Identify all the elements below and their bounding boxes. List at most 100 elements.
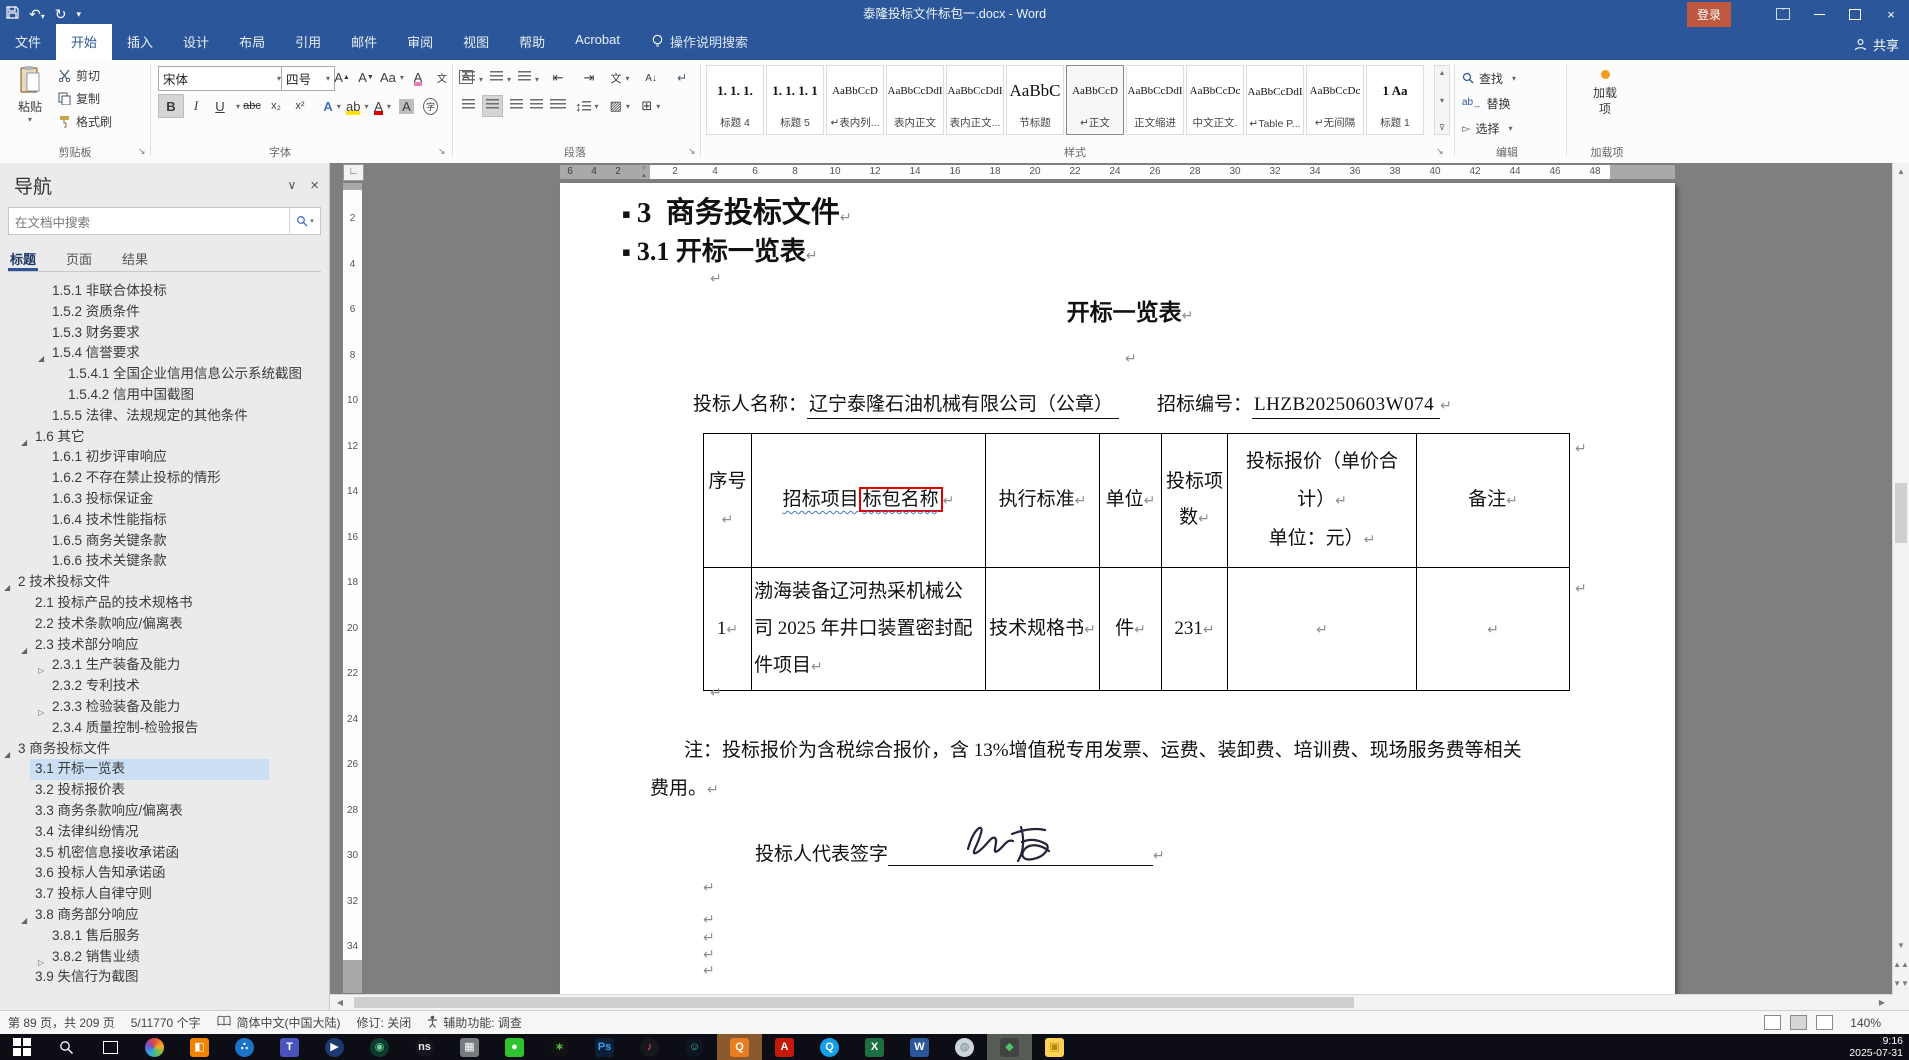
meeting-app-icon[interactable]: ∴: [222, 1034, 267, 1060]
media-player-icon[interactable]: ▶: [312, 1034, 357, 1060]
bold-button[interactable]: B: [158, 94, 184, 118]
share-button[interactable]: 共享: [1854, 35, 1899, 54]
format-painter-button[interactable]: 格式刷: [58, 113, 112, 130]
tab-布局[interactable]: 布局: [224, 24, 280, 60]
nav-item[interactable]: 1.6.5 商务关键条款: [0, 531, 325, 552]
browser-sphere-icon[interactable]: ◍: [942, 1034, 987, 1060]
nav-item[interactable]: 2.3.4 质量控制-检验报告: [0, 718, 325, 739]
multilevel-list-button[interactable]: ▾: [518, 71, 539, 85]
nav-item[interactable]: 1.5.4.2 信用中国截图: [0, 385, 325, 406]
utility-app-icon[interactable]: ▦: [447, 1034, 492, 1060]
style-正文缩进[interactable]: AaBbCcDdI 正文缩进: [1126, 65, 1184, 135]
maximize-button[interactable]: [1837, 0, 1873, 28]
horizontal-scrollbar[interactable]: ◀ ▶: [330, 994, 1892, 1010]
scroll-up-icon[interactable]: ▲: [1893, 163, 1909, 180]
accessibility-icon[interactable]: [427, 1015, 438, 1031]
web-layout-icon[interactable]: [1816, 1015, 1834, 1030]
taskbar-clock[interactable]: 9:16 2025-07-31: [1849, 1035, 1903, 1059]
change-case-button[interactable]: Aa ▾: [378, 66, 406, 88]
nav-item[interactable]: ▷ 2.3.3 检验装备及能力: [0, 697, 325, 718]
spellcheck-icon[interactable]: [217, 1015, 231, 1030]
signin-button[interactable]: 登录: [1686, 1, 1731, 27]
style-中文正文[interactable]: AaBbCcDc 中文正文.: [1186, 65, 1244, 135]
show-marks-button[interactable]: ↵: [670, 67, 694, 89]
tab-文件[interactable]: 文件: [0, 24, 56, 60]
tab-selector[interactable]: ∟: [343, 164, 364, 181]
addins-button[interactable]: 加载项: [1585, 68, 1625, 117]
nav-item[interactable]: 2.1 投标产品的技术规格书: [0, 593, 325, 614]
tab-引用[interactable]: 引用: [280, 24, 336, 60]
nav-item[interactable]: ◢ 3 商务投标文件: [0, 739, 325, 760]
ribbon-display-options-icon[interactable]: ˆ: [1765, 0, 1801, 28]
teams-icon[interactable]: T: [267, 1034, 312, 1060]
borders-button[interactable]: ⊞ ▾: [639, 95, 663, 117]
nav-close-icon[interactable]: ×: [310, 177, 319, 194]
paragraph-dialog-launcher-icon[interactable]: ↘: [688, 146, 696, 157]
customize-qat-icon[interactable]: ▾: [76, 9, 81, 20]
subscript-button[interactable]: x₂: [264, 95, 288, 117]
align-left-button[interactable]: [462, 99, 475, 113]
nav-item[interactable]: 1.6.4 技术性能指标: [0, 510, 325, 531]
copy-button[interactable]: 复制: [58, 90, 100, 107]
file-explorer-icon[interactable]: ▣: [1032, 1034, 1077, 1060]
numbering-button[interactable]: ▾: [490, 71, 511, 85]
font-dialog-launcher-icon[interactable]: ↘: [438, 146, 446, 157]
nav-item[interactable]: 1.6.6 技术关键条款: [0, 551, 325, 572]
nav-item[interactable]: 1.5.3 财务要求: [0, 323, 325, 344]
nav-item[interactable]: ◢ 1.5.4 信誉要求: [0, 343, 325, 364]
nav-item[interactable]: 3.1 开标一览表: [0, 759, 325, 781]
style-表内正文[interactable]: AaBbCcDdI 表内正文: [886, 65, 944, 135]
distribute-button[interactable]: [550, 99, 566, 113]
qianniu-icon[interactable]: Q: [717, 1034, 762, 1060]
cut-button[interactable]: 剪切: [58, 67, 100, 84]
green-suite-icon[interactable]: ◉: [357, 1034, 402, 1060]
scroll-down-icon[interactable]: ▼: [1893, 937, 1909, 954]
nav-item[interactable]: 2.3.2 专利技术: [0, 676, 325, 697]
task-view-button[interactable]: [88, 1034, 132, 1060]
justify-button[interactable]: [530, 99, 543, 113]
remote-app-icon[interactable]: ◆: [987, 1034, 1032, 1060]
nav-item[interactable]: 1.6.3 投标保证金: [0, 489, 325, 510]
nav-item[interactable]: ◢ 2 技术投标文件: [0, 572, 325, 593]
style-节标题[interactable]: AaBbC 节标题: [1006, 65, 1064, 135]
clipboard-dialog-launcher-icon[interactable]: ↘: [138, 146, 146, 157]
style-表内列[interactable]: AaBbCcD ↵表内列...: [826, 65, 884, 135]
language-indicator[interactable]: 简体中文(中国大陆): [237, 1014, 341, 1031]
highlight-color-button[interactable]: ab ▾: [344, 95, 370, 117]
nav-item[interactable]: ◢ 2.3 技术部分响应: [0, 635, 325, 656]
italic-button[interactable]: I: [184, 95, 208, 117]
vertical-scroll-thumb[interactable]: [1895, 483, 1907, 543]
nav-item[interactable]: 3.3 商务条款响应/偏离表: [0, 801, 325, 822]
nav-tab-结果[interactable]: 结果: [120, 245, 150, 271]
nav-search-go[interactable]: ▾: [289, 208, 320, 234]
notes-app-icon[interactable]: ∗: [537, 1034, 582, 1060]
nav-item[interactable]: 1.5.1 非联合体投标: [0, 281, 325, 302]
nav-item[interactable]: 3.9 失信行为截图: [0, 967, 325, 988]
line-spacing-button[interactable]: ↕ ▾: [573, 95, 601, 117]
tab-视图[interactable]: 视图: [448, 24, 504, 60]
document-page[interactable]: ▪ 3 商务投标文件↵ ▪ 3.1 开标一览表↵ ↵ 开标一览表↵ ↵ 投标人名称：…: [560, 183, 1675, 994]
scroll-right-icon[interactable]: ▶: [1874, 994, 1890, 1011]
superscript-button[interactable]: x²: [288, 95, 312, 117]
nav-item[interactable]: 3.4 法律纠纷情况: [0, 822, 325, 843]
shading-button[interactable]: ▨ ▾: [608, 95, 632, 117]
undo-icon[interactable]: ↶▾: [29, 6, 45, 23]
scroll-left-icon[interactable]: ◀: [332, 994, 348, 1011]
nav-item[interactable]: ▷ 3.8.2 销售业绩: [0, 947, 325, 968]
align-right-button[interactable]: [510, 99, 523, 113]
replace-button[interactable]: ab↔ 替换: [1462, 92, 1510, 114]
nav-item[interactable]: ◢ 1.6 其它: [0, 427, 325, 448]
nav-search-input[interactable]: 在文档中搜索 ▾: [8, 207, 321, 235]
minimize-button[interactable]: [1801, 0, 1837, 28]
shrink-font-button[interactable]: A ▼: [354, 66, 378, 88]
save-icon[interactable]: [6, 6, 19, 22]
nav-item[interactable]: 2.2 技术条款响应/偏离表: [0, 614, 325, 635]
nav-item[interactable]: 3.2 投标报价表: [0, 780, 325, 801]
grow-font-button[interactable]: A ▲: [330, 66, 354, 88]
nav-item[interactable]: 1.5.2 资质条件: [0, 302, 325, 323]
nav-item[interactable]: 3.7 投标人自律守则: [0, 884, 325, 905]
next-page-icon[interactable]: ▼▼: [1893, 975, 1909, 992]
nav-item[interactable]: 3.6 投标人告知承诺函: [0, 863, 325, 884]
nav-item[interactable]: ◢ 3.8 商务部分响应: [0, 905, 325, 926]
tab-帮助[interactable]: 帮助: [504, 24, 560, 60]
